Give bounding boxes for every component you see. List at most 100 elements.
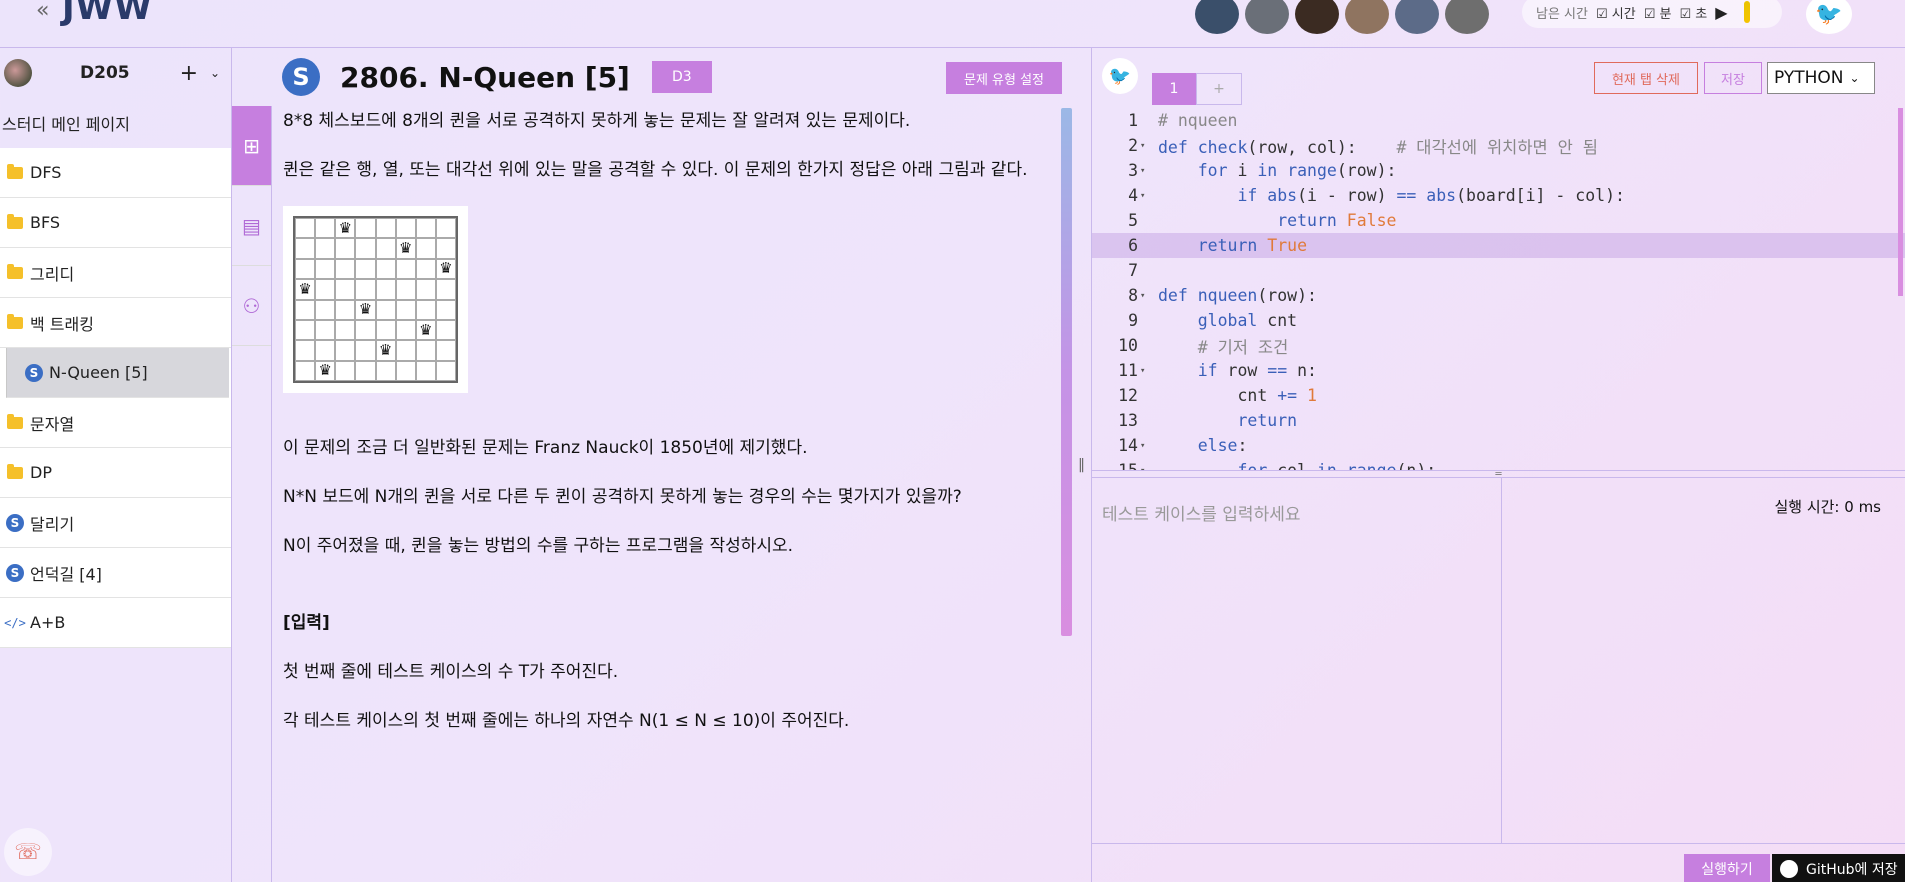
calculator-icon[interactable]: ⊞: [232, 106, 271, 186]
run-time: 실행 시간: 0 ms: [1774, 498, 1881, 516]
people-icon[interactable]: ⚇: [232, 266, 271, 346]
sidebar-item[interactable]: 그리디: [0, 248, 231, 298]
sidebar-item[interactable]: S 언덕길 [4]: [0, 548, 231, 598]
more-options-icon[interactable]: [1743, 1, 1750, 23]
board-cell: [395, 258, 416, 280]
add-icon[interactable]: +: [180, 61, 198, 86]
code-line[interactable]: 8 ▾ def nqueen(row):: [1092, 283, 1905, 308]
play-icon[interactable]: ▶: [1715, 3, 1727, 22]
run-button[interactable]: 실행하기: [1684, 854, 1770, 882]
problem-paragraph: 8*8 체스보드에 8개의 퀸을 서로 공격하지 못하게 놓는 문제는 잘 알려…: [283, 111, 911, 131]
board-cell: [315, 319, 336, 341]
code-line[interactable]: 5 return False: [1092, 208, 1905, 233]
board-cell: [335, 299, 356, 320]
queen-cell: ♛: [375, 340, 396, 361]
test-case-input[interactable]: 테스트 케이스를 입력하세요: [1092, 478, 1502, 844]
participant-avatar[interactable]: [1195, 0, 1239, 34]
collapse-sidebar-icon[interactable]: «: [36, 0, 49, 23]
hang-up-icon[interactable]: ☏: [4, 828, 52, 876]
code-text: return: [1237, 411, 1298, 430]
participant-avatar[interactable]: [1395, 0, 1439, 34]
sidebar-item[interactable]: 백 트래킹: [0, 298, 231, 348]
code-line[interactable]: 9 global cnt: [1092, 308, 1905, 333]
sidebar-item[interactable]: DFS: [0, 148, 231, 198]
sidebar-item[interactable]: 문자열: [0, 398, 231, 448]
code-line[interactable]: 13 return: [1092, 408, 1905, 433]
participant-avatar[interactable]: [1445, 0, 1489, 34]
chessboard-image: ♛ ♛ ♛ ♛ ♛ ♛ ♛ ♛: [283, 206, 468, 393]
save-button[interactable]: 저장: [1704, 62, 1762, 94]
board-cell: [295, 299, 316, 320]
line-number: 7: [1128, 261, 1138, 280]
sidebar-item[interactable]: S N-Queen [5]: [6, 348, 229, 398]
queen-cell: ♛: [355, 299, 376, 320]
github-save-button[interactable]: GitHub에 저장: [1772, 854, 1905, 882]
line-number: 15: [1092, 461, 1140, 470]
chevron-down-icon[interactable]: ⌄: [210, 66, 220, 80]
code-line[interactable]: 6 return True: [1092, 233, 1905, 258]
problem-paragraph: 퀸은 같은 행, 열, 또는 대각선 위에 있는 말을 공격할 수 있다. 이 …: [283, 160, 1028, 180]
code-scrollbar[interactable]: [1898, 108, 1903, 296]
fold-toggle-icon[interactable]: ▾: [1140, 366, 1152, 376]
remaining-time-label: 남은 시간: [1536, 6, 1588, 22]
code-line[interactable]: 12 cnt += 1: [1092, 383, 1905, 408]
language-select[interactable]: PYTHON ⌄: [1767, 62, 1875, 94]
code-text: if abs(i - row) == abs(board[i] - col):: [1237, 186, 1625, 205]
study-main-page-link[interactable]: 스터디 메인 페이지: [0, 98, 231, 148]
board-cell: [435, 218, 456, 239]
code-line[interactable]: 4 ▾ if abs(i - row) == abs(board[i] - col…: [1092, 183, 1905, 208]
board-cell: [415, 360, 436, 381]
panel-resize-handle[interactable]: ‖: [1072, 48, 1092, 882]
code-text: return False: [1277, 211, 1397, 230]
folder-icon: [0, 413, 30, 429]
code-text: def check(row, col): # 대각선에 위치하면 안 됨: [1158, 137, 1598, 157]
board-cell: [415, 279, 436, 300]
editor-user-avatar[interactable]: 🐦: [1102, 58, 1138, 94]
editor-resize-handle[interactable]: ═: [1092, 469, 1905, 480]
user-avatar[interactable]: 🐦: [1806, 0, 1852, 34]
line-number: 12: [1118, 386, 1138, 405]
code-line[interactable]: 7: [1092, 258, 1905, 283]
fold-toggle-icon[interactable]: ▾: [1140, 291, 1152, 301]
code-text: global cnt: [1197, 311, 1298, 330]
seconds-checkbox[interactable]: ☑ 초: [1679, 3, 1707, 22]
board-cell: [335, 340, 356, 361]
minutes-checkbox[interactable]: ☑ 분: [1644, 3, 1672, 22]
fold-toggle-icon[interactable]: ▾: [1140, 166, 1152, 176]
code-line[interactable]: 10 # 기저 조건: [1092, 333, 1905, 358]
participant-avatar[interactable]: [1345, 0, 1389, 34]
participant-avatar[interactable]: [1245, 0, 1289, 34]
add-tab-button[interactable]: +: [1196, 73, 1242, 105]
fold-toggle-icon[interactable]: ▾: [1140, 141, 1152, 151]
board-cell: [435, 340, 456, 361]
app-logo[interactable]: JWW: [62, 0, 153, 28]
sidebar-item[interactable]: BFS: [0, 198, 231, 248]
hours-checkbox[interactable]: ☑ 시간: [1596, 3, 1636, 22]
fold-toggle-icon[interactable]: ▾: [1140, 441, 1152, 451]
editor-tab-1[interactable]: 1: [1152, 73, 1196, 105]
folder-icon: [0, 213, 30, 229]
delete-tab-button[interactable]: 현재 탭 삭제: [1594, 62, 1698, 94]
sidebar-item-label: BFS: [30, 213, 61, 232]
code-line[interactable]: 3 ▾ for i in range(row):: [1092, 158, 1905, 183]
study-name[interactable]: D205: [80, 63, 130, 83]
board-cell: [315, 238, 336, 259]
code-line[interactable]: 11 ▾ if row == n:: [1092, 358, 1905, 383]
code-line[interactable]: 1 # nqueen: [1092, 108, 1905, 133]
problem-scrollbar[interactable]: [1061, 108, 1072, 636]
board-cell: [315, 299, 336, 320]
participant-avatar[interactable]: [1295, 0, 1339, 34]
code-editor[interactable]: 1 # nqueen 2 ▾ def check(row, col): # 대각선에 위…: [1092, 108, 1905, 470]
sidebar-item[interactable]: </> A+B: [0, 598, 231, 648]
code-line[interactable]: 14 ▾ else:: [1092, 433, 1905, 458]
board-cell: [375, 319, 396, 341]
fold-toggle-icon[interactable]: ▾: [1140, 191, 1152, 201]
set-problem-type-button[interactable]: 문제 유형 설정: [946, 62, 1062, 94]
board-cell: [315, 340, 336, 361]
queen-cell: ♛: [395, 238, 416, 259]
sidebar-item[interactable]: DP: [0, 448, 231, 498]
document-icon[interactable]: ▤: [232, 186, 271, 266]
code-line[interactable]: 2 ▾ def check(row, col): # 대각선에 위치하면 안 됨: [1092, 133, 1905, 158]
sidebar-item[interactable]: S 달리기: [0, 498, 231, 548]
remaining-time-widget: 남은 시간 ☑ 시간 ☑ 분 ☑ 초 ▶: [1522, 0, 1782, 28]
